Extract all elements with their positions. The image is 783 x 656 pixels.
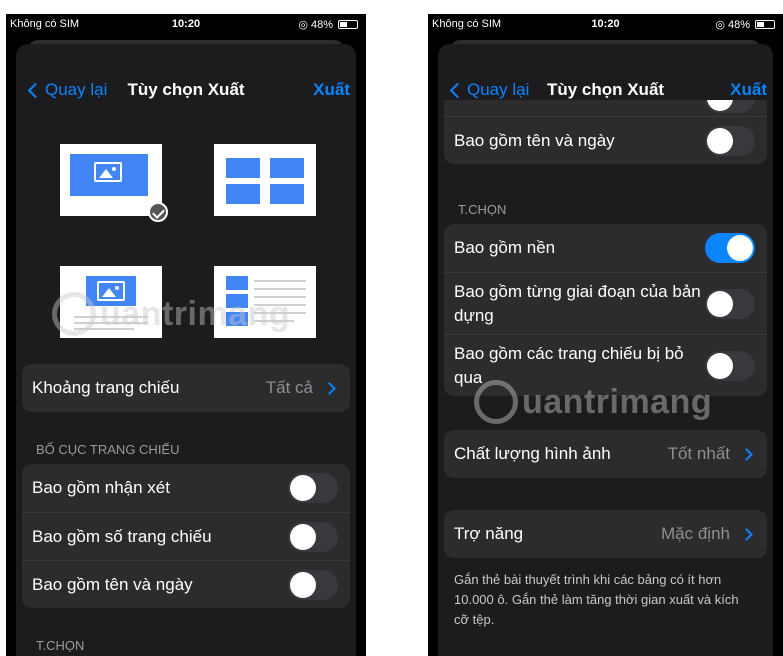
include-name-date-switch[interactable] (288, 569, 338, 600)
chevron-right-icon (740, 447, 753, 461)
layout-option-slide-notes[interactable] (60, 266, 162, 338)
accessibility-group: Trợ năng Mặc định (444, 510, 767, 558)
export-button[interactable]: Xuất (730, 80, 767, 100)
include-comments-switch[interactable] (288, 473, 338, 503)
layout-picker (16, 144, 356, 364)
layout-option-slide-only[interactable] (60, 144, 168, 222)
checkmark-icon (148, 202, 168, 222)
include-background-switch[interactable] (705, 233, 755, 263)
toggle-row-slide-numbers: Bao gồm số trang chiếu (22, 512, 350, 560)
image-icon (94, 162, 122, 182)
page-title: Tùy chọn Xuất (127, 80, 245, 99)
layout-option-grid[interactable] (214, 144, 316, 216)
page-title: Tùy chọn Xuất (546, 80, 665, 99)
toggle-row-skipped-slides: Bao gồm các trang chiếu bị bỏ qua (444, 334, 767, 396)
options-toggles-group: Bao gồm nền Bao gồm từng giai đoạn của b… (444, 224, 767, 396)
image-quality-row[interactable]: Chất lượng hình ảnh Tốt nhất (444, 430, 767, 478)
include-build-stages-switch[interactable] (705, 288, 755, 319)
export-options-sheet: Quay lại Tùy chọn Xuất Xuất uantrimang K… (16, 44, 356, 656)
toggle-row-name-date: Bao gồm tên và ngày (444, 116, 767, 164)
partial-switch[interactable] (705, 100, 755, 113)
layout-toggles-group: Bao gồm nhận xét Bao gồm số trang chiếu … (22, 464, 350, 608)
export-options-sheet: Quay lại Tùy chọn Xuất Xuất Bao gồm tên … (438, 44, 773, 656)
section-header-layout: BỐ CỤC TRANG CHIẾU (36, 442, 180, 457)
nav-bar: Quay lại Tùy chọn Xuất Xuất (16, 68, 356, 112)
battery-percent: 48% (727, 18, 750, 31)
section-header-options: T.CHỌN (458, 202, 507, 217)
slide-range-value: Tất cả (265, 378, 313, 397)
accessibility-label: Trợ năng (454, 524, 524, 544)
phone-screen-left: Không có SIM 10:20 ◎ 48% Quay lại Tùy ch… (6, 14, 366, 656)
accessibility-value: Mặc định (661, 524, 730, 543)
toggle-row-build-stages: Bao gồm từng giai đoạn của bản dựng (444, 272, 767, 334)
include-skipped-slides-switch[interactable] (705, 350, 755, 381)
toggle-row-comments: Bao gồm nhận xét (22, 464, 350, 512)
battery-icon (338, 20, 358, 29)
export-button[interactable]: Xuất (313, 80, 350, 100)
image-quality-value: Tốt nhất (667, 444, 730, 463)
section-header-options: T.CHỌN (36, 638, 85, 653)
image-icon (97, 281, 125, 301)
battery-percent: 48% (310, 18, 333, 31)
accessibility-row[interactable]: Trợ năng Mặc định (444, 510, 767, 558)
alarm-icon: ◎ (715, 19, 725, 31)
include-slide-numbers-switch[interactable] (288, 521, 338, 552)
accessibility-footnote: Gắn thẻ bài thuyết trình khi các bảng có… (454, 572, 739, 628)
status-bar: Không có SIM 10:20 ◎ 48% (6, 14, 366, 34)
alarm-icon: ◎ (298, 19, 308, 31)
battery-icon (755, 20, 775, 29)
chevron-right-icon (323, 381, 336, 395)
slide-range-group: Khoảng trang chiếu Tất cả (22, 364, 350, 412)
include-name-date-switch[interactable] (705, 125, 755, 156)
phone-screen-right: Không có SIM 10:20 ◎ 48% Quay lại Tùy ch… (428, 14, 783, 656)
image-quality-label: Chất lượng hình ảnh (454, 444, 611, 464)
image-quality-group: Chất lượng hình ảnh Tốt nhất (444, 430, 767, 478)
status-bar: Không có SIM 10:20 ◎ 48% (428, 14, 783, 34)
chevron-right-icon (740, 527, 753, 541)
layout-option-outline[interactable] (214, 266, 316, 338)
toggle-row-background: Bao gồm nền (444, 224, 767, 272)
slide-range-row[interactable]: Khoảng trang chiếu Tất cả (22, 364, 350, 412)
slide-range-label: Khoảng trang chiếu (32, 378, 180, 398)
toggle-row-name-date: Bao gồm tên và ngày (22, 560, 350, 608)
scrolled-toggles-group: Bao gồm tên và ngày (444, 100, 767, 164)
